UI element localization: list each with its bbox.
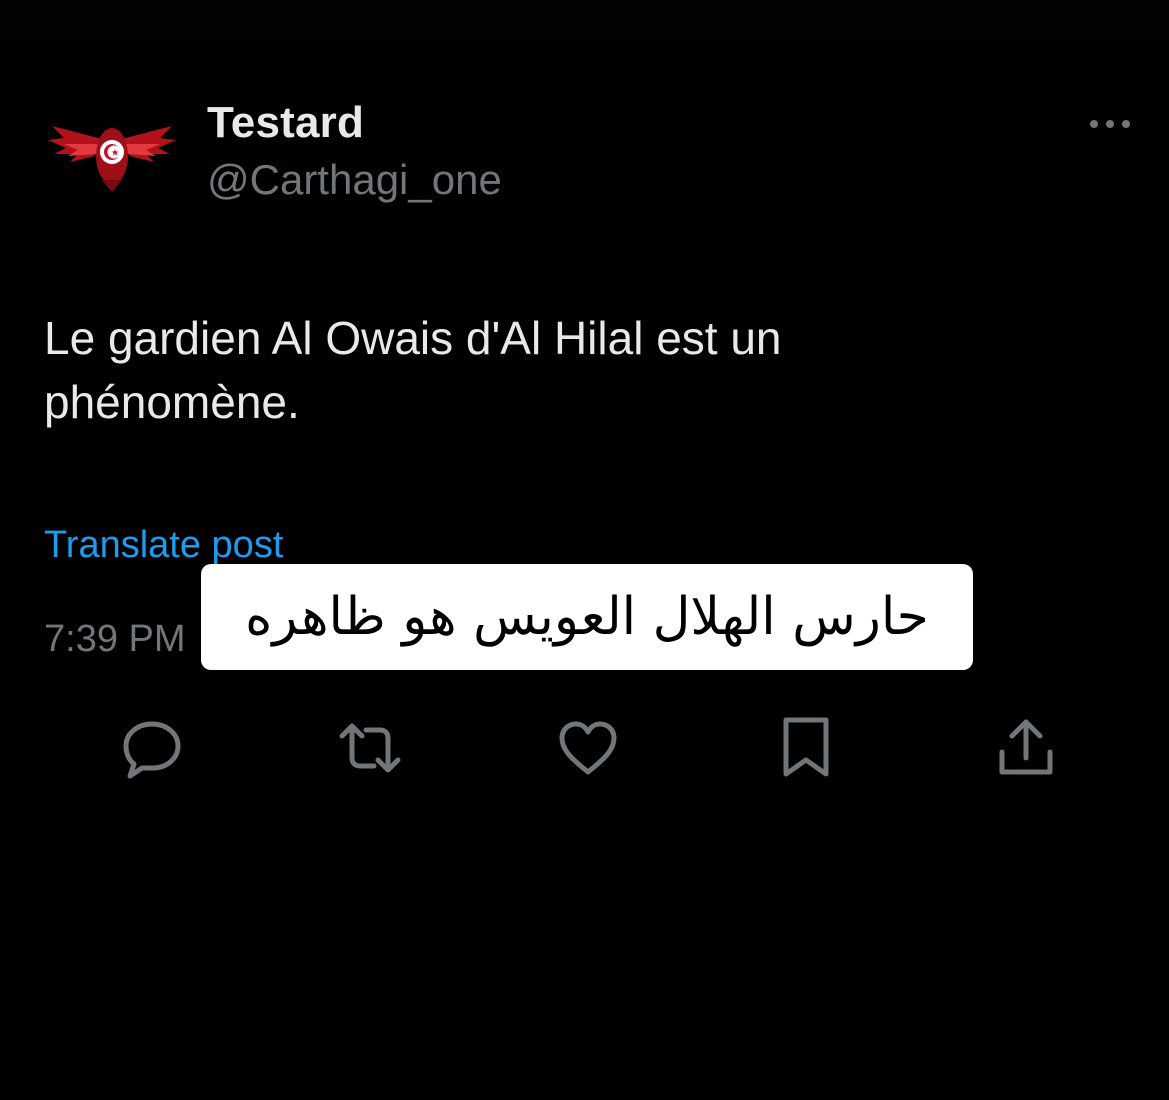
arabic-caption-text: حارس الهلال العويس هو ظاهره [245,587,929,647]
translate-post-link[interactable]: Translate post [44,524,283,567]
post-text: Le gardien Al Owais d'Al Hilal est un ph… [44,312,782,428]
avatar[interactable] [44,100,180,200]
bookmark-icon [783,717,829,777]
arabic-caption-overlay: حارس الهلال العويس هو ظاهره [201,564,973,670]
share-upload-icon [999,719,1053,775]
reply-button[interactable] [120,716,184,780]
author-handle[interactable]: @Carthagi_one [207,156,502,204]
more-dots-icon [1090,120,1130,128]
repost-button[interactable] [338,716,402,780]
heart-icon [559,721,617,775]
bookmark-button[interactable] [776,716,840,780]
top-edge [0,0,1169,42]
winged-tunisia-flag-icon [44,100,180,200]
repost-arrows-icon [339,723,401,773]
author-display-name[interactable]: Testard [207,98,364,148]
reply-bubble-icon [123,721,181,779]
more-options-button[interactable] [1082,106,1138,142]
post-timestamp[interactable]: 7:39 PM [44,618,186,661]
like-button[interactable] [556,716,620,780]
share-button[interactable] [994,716,1058,780]
